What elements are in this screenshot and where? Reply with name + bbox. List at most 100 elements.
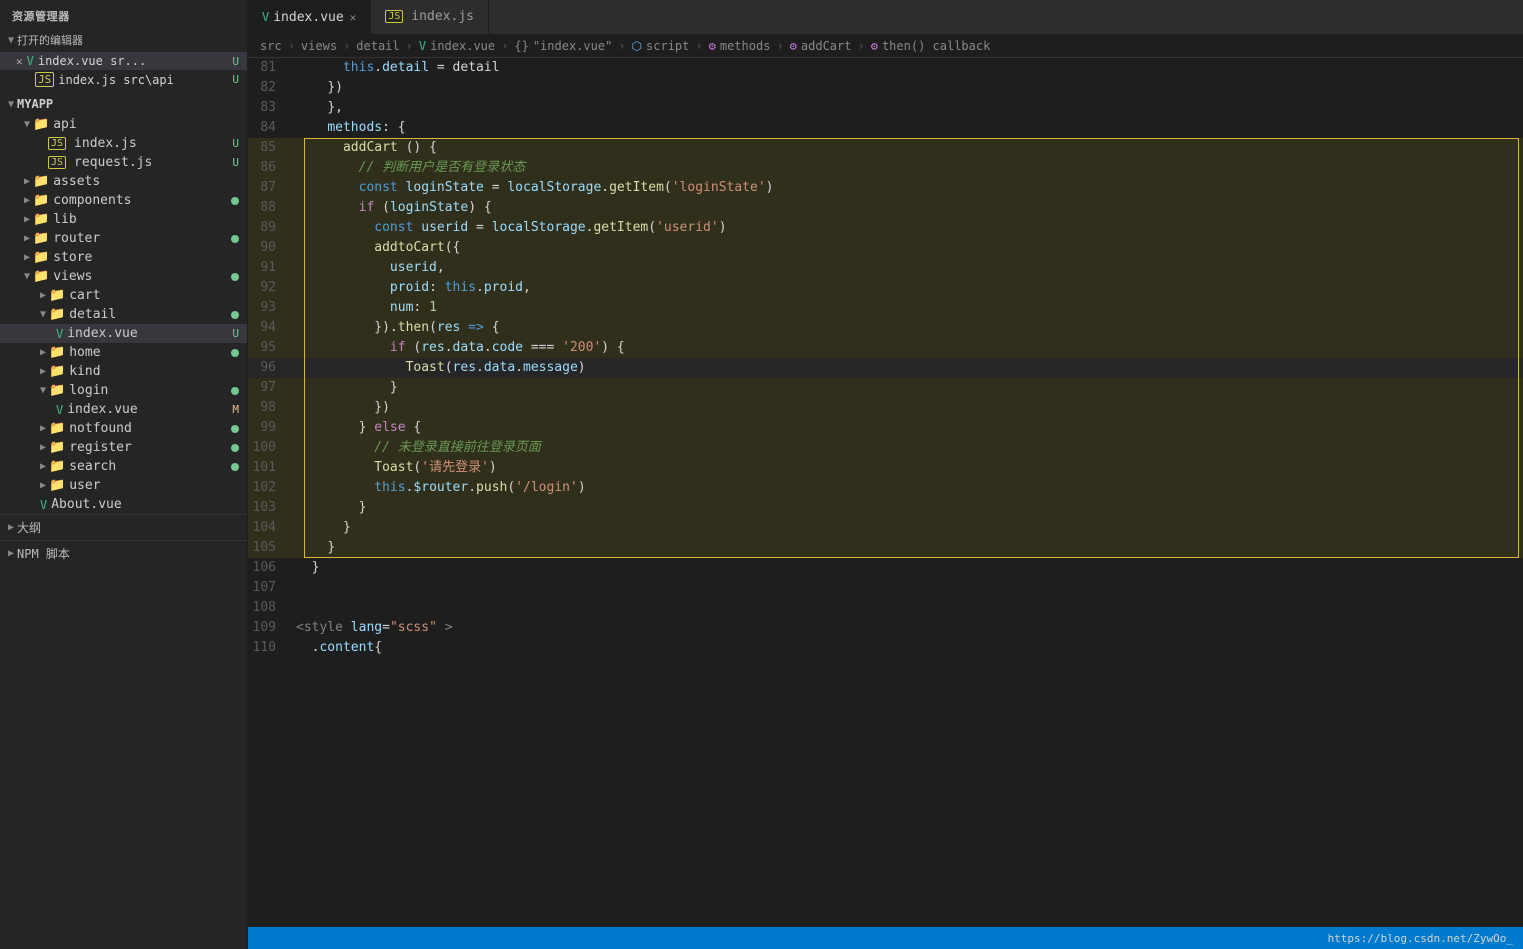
- sep2: ›: [343, 39, 350, 53]
- tab-label-index-js: index.js: [411, 9, 474, 24]
- crumb-indexvue[interactable]: index.vue: [430, 39, 495, 53]
- chevron-right-icon-assets: ▶: [24, 176, 30, 187]
- line-number-90: 90: [248, 238, 296, 258]
- tree-label-lib: lib: [53, 212, 76, 227]
- crumb-methods-icon: ⚙: [709, 39, 716, 53]
- line-number-98: 98: [248, 398, 296, 418]
- line-number-102: 102: [248, 478, 296, 498]
- line-content-95: if (res.data.code === '200') {: [296, 338, 1523, 358]
- crumb-views[interactable]: views: [301, 39, 337, 53]
- crumb-then-icon: ⚙: [871, 39, 878, 53]
- tab-close-index-vue[interactable]: ✕: [350, 11, 357, 24]
- line-number-97: 97: [248, 378, 296, 398]
- chevron-right-icon-notfound: ▶: [40, 423, 46, 434]
- folder-icon-detail: 📁: [49, 307, 65, 322]
- tree-item-index-js[interactable]: JS index.js U: [0, 134, 247, 153]
- crumb-braces: {}: [514, 39, 528, 53]
- open-editors-header[interactable]: ▼ 打开的编辑器: [0, 28, 247, 52]
- chevron-right-icon-search: ▶: [40, 461, 46, 472]
- tree-label-store: store: [53, 250, 92, 265]
- crumb-detail[interactable]: detail: [356, 39, 399, 53]
- crumb-indexvue2[interactable]: "index.vue": [533, 39, 612, 53]
- npm-section[interactable]: ▶ NPM 脚本: [0, 540, 247, 566]
- tree-item-home[interactable]: ▶ 📁 home: [0, 343, 247, 362]
- vue-icon-detail: V: [56, 327, 63, 341]
- line-content-98: }): [296, 398, 1523, 418]
- tree-item-router[interactable]: ▶ 📁 router: [0, 229, 247, 248]
- code-line-88: 88 if (loginState) {: [248, 198, 1523, 218]
- line-number-82: 82: [248, 78, 296, 98]
- tree-item-detail[interactable]: ▼ 📁 detail: [0, 305, 247, 324]
- tree-item-components[interactable]: ▶ 📁 components: [0, 191, 247, 210]
- status-url: https://blog.csdn.net/ZywOo_: [1328, 932, 1513, 945]
- code-line-90: 90 addtoCart({: [248, 238, 1523, 258]
- code-line-106: 106 }: [248, 558, 1523, 578]
- tree-label-register: register: [69, 440, 132, 455]
- tree-label-api: api: [53, 117, 76, 132]
- line-content-94: }).then(res => {: [296, 318, 1523, 338]
- tree-label-views: views: [53, 269, 92, 284]
- code-line-82: 82 }): [248, 78, 1523, 98]
- line-number-110: 110: [248, 638, 296, 658]
- dot-search: [231, 463, 239, 471]
- tab-js-icon: JS: [385, 10, 403, 23]
- tree-label-request-js: request.js: [74, 155, 152, 170]
- crumb-addcart[interactable]: addCart: [801, 39, 852, 53]
- code-line-91: 91 userid,: [248, 258, 1523, 278]
- tree-item-user[interactable]: ▶ 📁 user: [0, 476, 247, 495]
- line-content-104: }: [296, 518, 1523, 538]
- folder-icon-login: 📁: [49, 383, 65, 398]
- crumb-src[interactable]: src: [260, 39, 282, 53]
- line-number-92: 92: [248, 278, 296, 298]
- tree-item-request-js[interactable]: JS request.js U: [0, 153, 247, 172]
- chevron-right-icon-register: ▶: [40, 442, 46, 453]
- code-container[interactable]: 81 this.detail = detail 82 }) 83 }, 84 m…: [248, 58, 1523, 927]
- tree-item-api[interactable]: ▼ 📁 api: [0, 115, 247, 134]
- tree-item-login-index-vue[interactable]: V index.vue M: [0, 400, 247, 419]
- line-content-103: }: [296, 498, 1523, 518]
- tree-item-lib[interactable]: ▶ 📁 lib: [0, 210, 247, 229]
- chevron-right-icon-router: ▶: [24, 233, 30, 244]
- tree-item-kind[interactable]: ▶ 📁 kind: [0, 362, 247, 381]
- tree-item-search[interactable]: ▶ 📁 search: [0, 457, 247, 476]
- folder-icon-router: 📁: [33, 231, 49, 246]
- outline-section[interactable]: ▶ 大纲: [0, 514, 247, 540]
- badge-u: U: [232, 55, 239, 68]
- crumb-methods[interactable]: methods: [720, 39, 771, 53]
- tree-item-store[interactable]: ▶ 📁 store: [0, 248, 247, 267]
- code-line-89: 89 const userid = localStorage.getItem('…: [248, 218, 1523, 238]
- tree-label-kind: kind: [69, 364, 100, 379]
- code-line-108: 108: [248, 598, 1523, 618]
- chevron-down-icon-login: ▼: [40, 385, 46, 396]
- tree-item-register[interactable]: ▶ 📁 register: [0, 438, 247, 457]
- tree-item-views[interactable]: ▼ 📁 views: [0, 267, 247, 286]
- code-line-94: 94 }).then(res => {: [248, 318, 1523, 338]
- tab-index-vue[interactable]: V index.vue ✕: [248, 0, 371, 34]
- line-content-99: } else {: [296, 418, 1523, 438]
- editor-area: V index.vue ✕ JS index.js src › views › …: [248, 0, 1523, 949]
- editor-item-index-vue[interactable]: ✕ V index.vue sr... U: [0, 52, 247, 70]
- tree-item-notfound[interactable]: ▶ 📁 notfound: [0, 419, 247, 438]
- tree-item-about-vue[interactable]: V About.vue: [0, 495, 247, 514]
- line-number-93: 93: [248, 298, 296, 318]
- close-icon[interactable]: ✕: [16, 55, 23, 68]
- myapp-label: MYAPP: [17, 97, 53, 111]
- npm-label: NPM 脚本: [17, 545, 70, 562]
- tree-item-login[interactable]: ▼ 📁 login: [0, 381, 247, 400]
- tree-item-cart[interactable]: ▶ 📁 cart: [0, 286, 247, 305]
- code-line-96: 96 Toast(res.data.message): [248, 358, 1523, 378]
- chevron-right-icon-home: ▶: [40, 347, 46, 358]
- crumb-then[interactable]: then() callback: [882, 39, 990, 53]
- badge-u-request-js: U: [232, 156, 239, 169]
- code-editor[interactable]: 81 this.detail = detail 82 }) 83 }, 84 m…: [248, 58, 1523, 927]
- line-content-105: }: [296, 538, 1523, 558]
- tab-index-js[interactable]: JS index.js: [371, 0, 489, 34]
- myapp-header[interactable]: ▼ MYAPP: [0, 93, 247, 115]
- tree-item-assets[interactable]: ▶ 📁 assets: [0, 172, 247, 191]
- crumb-script[interactable]: script: [646, 39, 689, 53]
- chevron-right-icon-store: ▶: [24, 252, 30, 263]
- editor-item-index-js[interactable]: JS index.js src\api U: [0, 70, 247, 89]
- tree-item-detail-index-vue[interactable]: V index.vue U: [0, 324, 247, 343]
- line-number-96: 96: [248, 358, 296, 378]
- sep3: ›: [406, 39, 413, 53]
